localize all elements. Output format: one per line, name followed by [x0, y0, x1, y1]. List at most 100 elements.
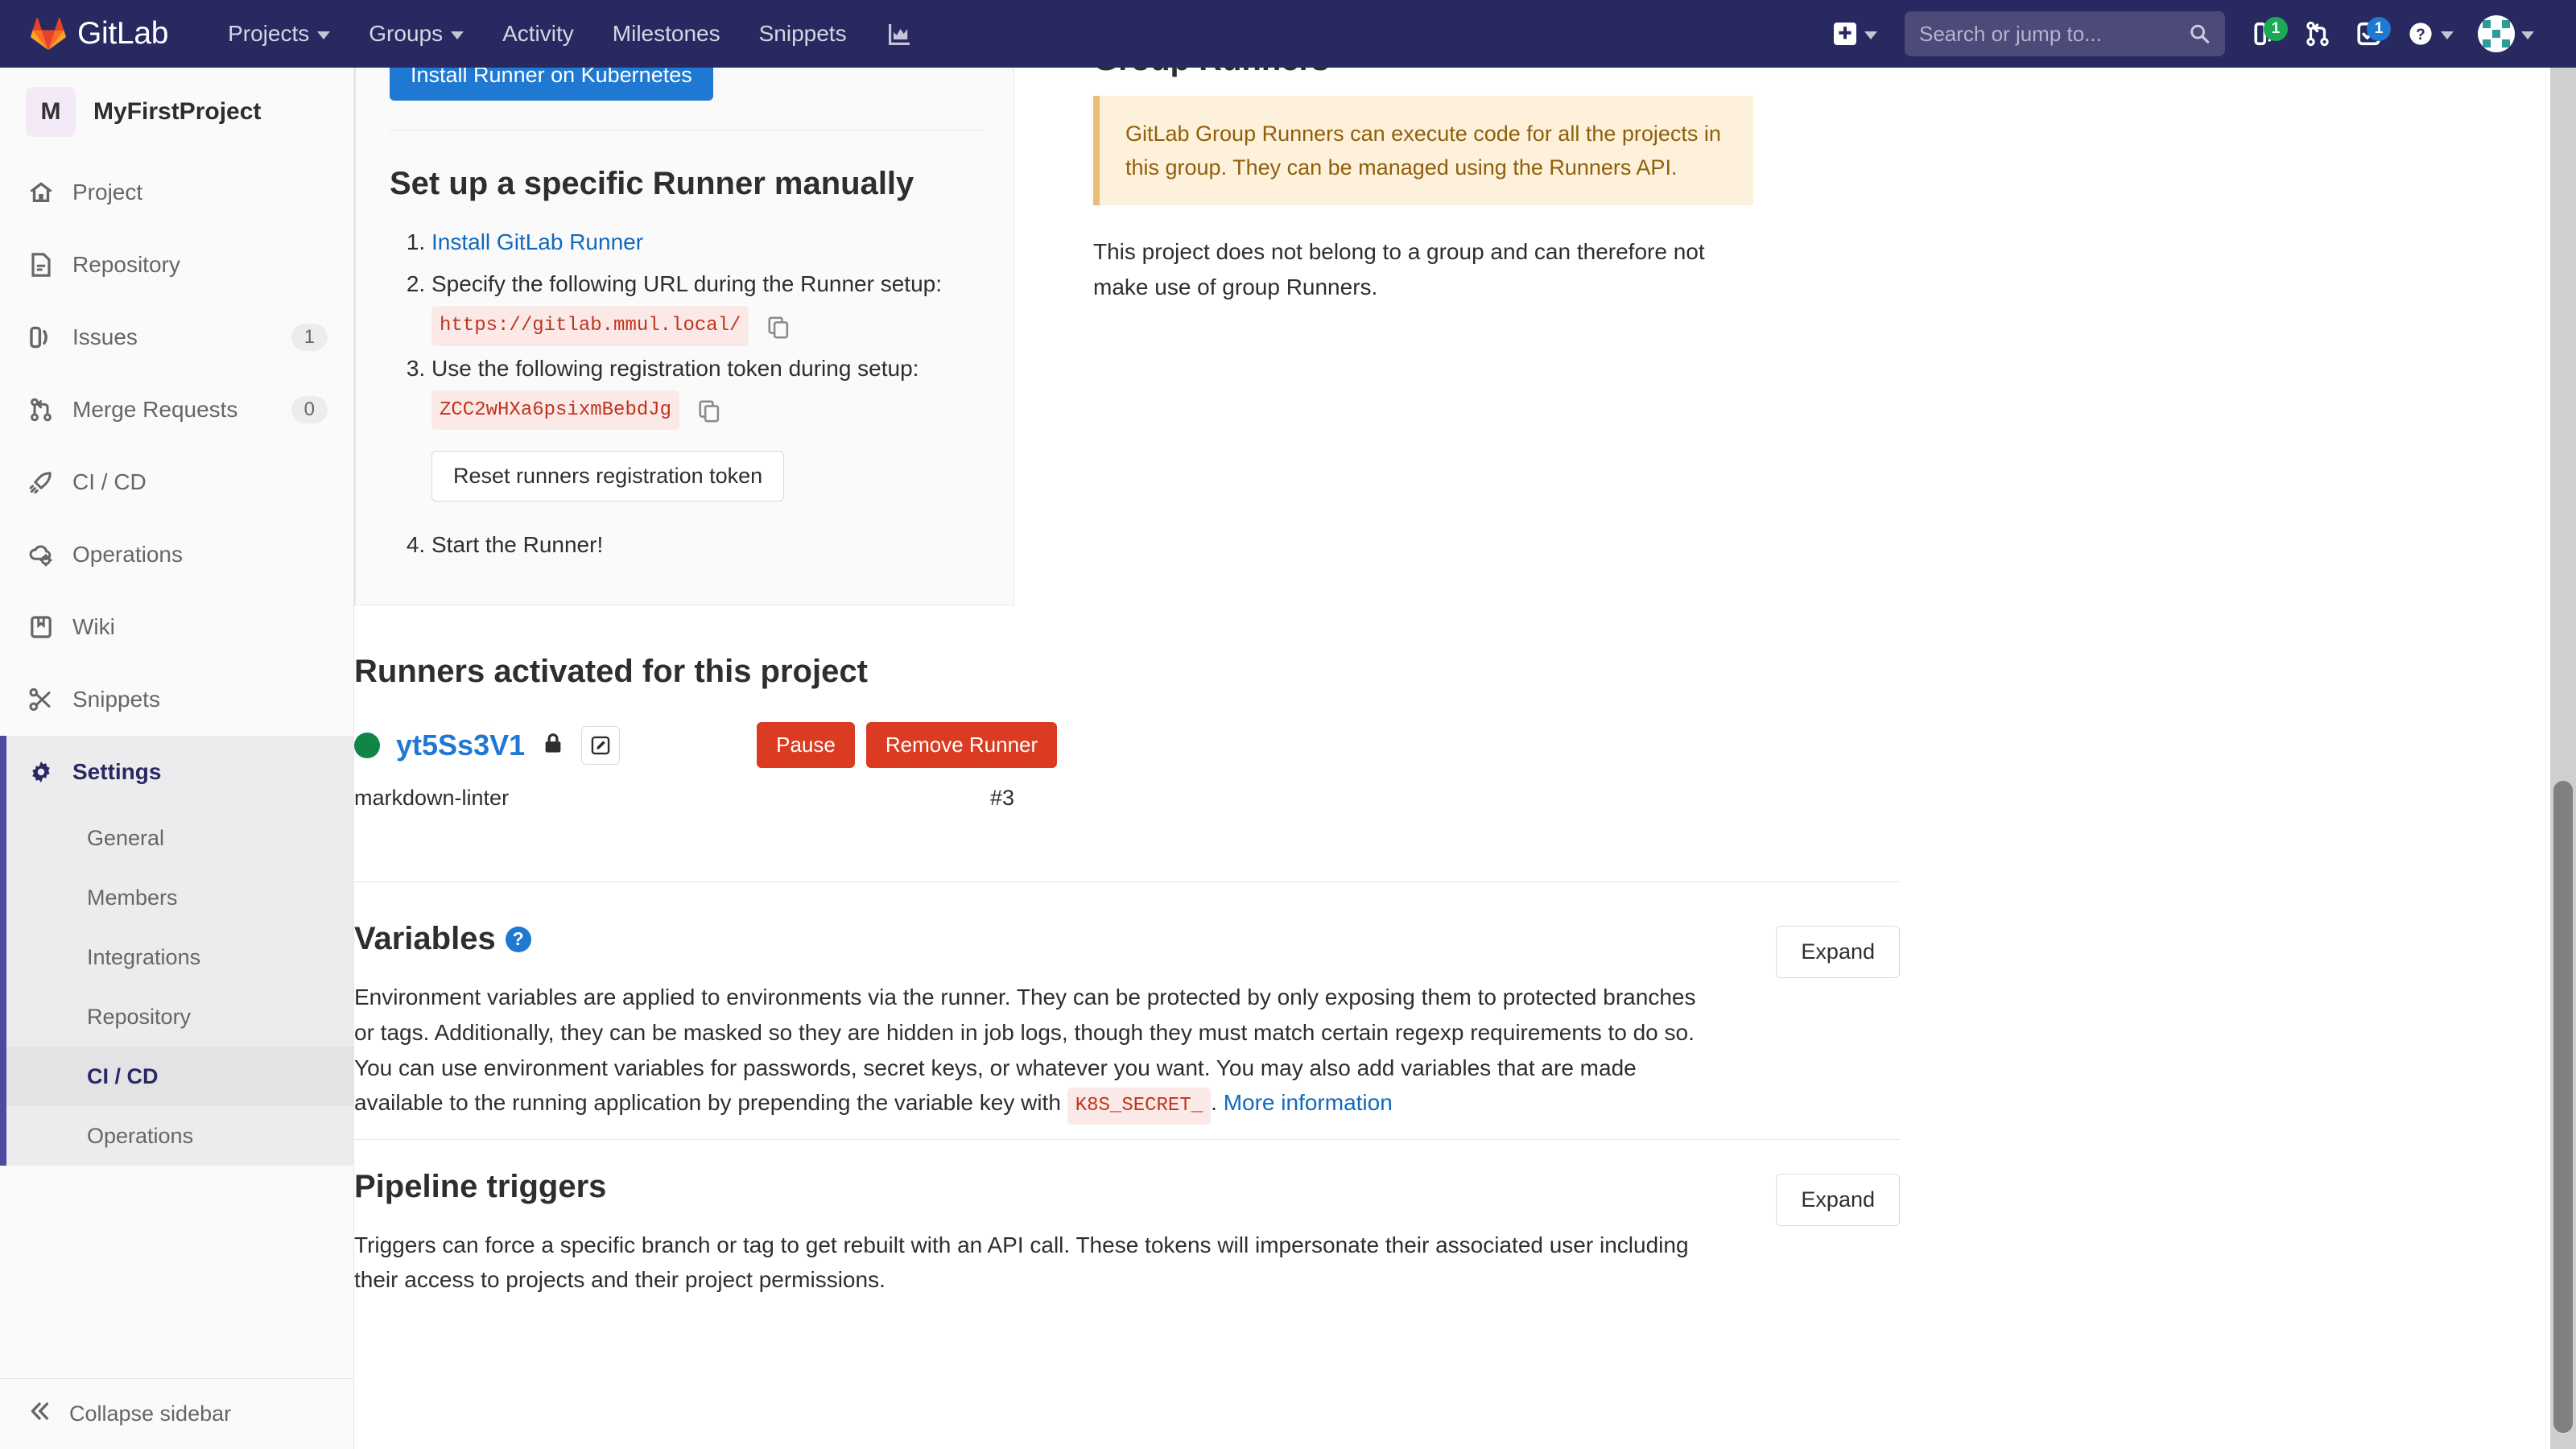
sidebar-item-merge-requests[interactable]: Merge Requests 0	[0, 374, 353, 446]
group-runners-column: Group Runners GitLab Group Runners can e…	[1063, 68, 1771, 605]
variables-expand-button[interactable]: Expand	[1776, 926, 1900, 979]
variables-title: Variables	[354, 921, 496, 957]
sidebar-item-repository[interactable]: Repository	[0, 229, 353, 301]
main-content: Install Runner on Kubernetes Set up a sp…	[354, 68, 2576, 1449]
search-icon[interactable]	[2189, 22, 2211, 46]
section-divider-1	[354, 881, 1900, 883]
project-name: MyFirstProject	[93, 98, 262, 125]
search-input[interactable]	[1919, 21, 2189, 47]
sidebar-project-header[interactable]: M MyFirstProject	[0, 68, 353, 156]
sidebar-item-project-label: Project	[72, 180, 143, 204]
new-item-dropdown[interactable]	[1823, 13, 1887, 55]
variables-section: Variables? Environment variables are app…	[354, 921, 1900, 1125]
sidebar-subitem-integrations[interactable]: Integrations	[0, 927, 353, 987]
pipeline-triggers-main: Pipeline triggers Triggers can force a s…	[354, 1169, 1739, 1298]
specific-runner-column: Install Runner on Kubernetes Set up a sp…	[354, 68, 1063, 606]
project-avatar: M	[26, 87, 76, 137]
nav-link-projects[interactable]: Projects	[208, 0, 349, 68]
pause-runner-button[interactable]: Pause	[757, 722, 855, 769]
runner-row: yt5Ss3V1 Pause Remove Runner	[354, 722, 2576, 769]
remove-runner-button[interactable]: Remove Runner	[865, 722, 1058, 769]
setup-runner-heading: Set up a specific Runner manually	[390, 166, 914, 201]
install-runner-kubernetes-button[interactable]: Install Runner on Kubernetes	[390, 68, 713, 101]
pipeline-triggers-title: Pipeline triggers	[354, 1168, 607, 1204]
todos-count-badge: 1	[2367, 17, 2391, 41]
registration-token-code[interactable]: ZCC2wHXa6psixmBebdJg	[431, 390, 680, 430]
sidebar-item-wiki[interactable]: Wiki	[0, 591, 353, 663]
edit-runner-button[interactable]	[581, 725, 621, 765]
sidebar-subitem-repository-label: Repository	[87, 1004, 192, 1029]
sidebar-subitem-general-label: General	[87, 825, 165, 850]
sidebar-nav-list: Project Repository Issues 1 Merge Reques…	[0, 156, 353, 808]
plus-square-icon	[1834, 23, 1856, 45]
runner-name-link[interactable]: yt5Ss3V1	[396, 729, 525, 762]
gitlab-logo[interactable]: GitLab	[31, 16, 168, 52]
copy-icon[interactable]	[697, 396, 721, 423]
install-gitlab-runner-link[interactable]: Install GitLab Runner	[431, 229, 643, 254]
search-box[interactable]	[1905, 11, 2225, 56]
sidebar-subitem-ci-cd[interactable]: CI / CD	[0, 1046, 353, 1106]
svg-text:?: ?	[2416, 27, 2425, 43]
copy-icon[interactable]	[766, 312, 791, 339]
pipeline-triggers-expand-button[interactable]: Expand	[1776, 1173, 1900, 1226]
navbar-right-actions: 1 1 ?	[1823, 7, 2544, 60]
sidebar-item-ci-cd-label: CI / CD	[72, 469, 147, 494]
nav-link-snippets[interactable]: Snippets	[740, 0, 866, 68]
home-icon	[27, 179, 55, 206]
nav-link-milestones[interactable]: Milestones	[593, 0, 740, 68]
nav-link-activity-label: Activity	[502, 21, 574, 46]
merge-request-icon	[2306, 21, 2329, 47]
runner-meta-row: markdown-linter #3	[354, 786, 1014, 811]
nav-link-groups-label: Groups	[369, 21, 444, 46]
avatar	[2478, 15, 2515, 52]
sidebar-subitem-general[interactable]: General	[0, 808, 353, 868]
chevron-down-icon	[451, 31, 464, 39]
merge-requests-nav-button[interactable]	[2294, 12, 2341, 56]
reset-runners-registration-token-button[interactable]: Reset runners registration token	[431, 451, 785, 502]
issues-nav-button[interactable]: 1	[2243, 12, 2289, 56]
sidebar-item-ci-cd[interactable]: CI / CD	[0, 446, 353, 518]
group-runners-alert: GitLab Group Runners can execute code fo…	[1093, 96, 1753, 206]
sidebar-item-settings[interactable]: Settings	[0, 736, 353, 808]
user-menu-dropdown[interactable]	[2468, 7, 2544, 60]
settings-submenu: General Members Integrations Repository …	[0, 808, 353, 1166]
book-icon	[27, 613, 55, 641]
nav-link-snippets-label: Snippets	[758, 21, 847, 46]
sidebar-subitem-members-label: Members	[87, 885, 178, 910]
pencil-edit-icon	[591, 736, 610, 754]
chevron-down-icon	[1864, 31, 1877, 39]
nav-link-analytics[interactable]	[866, 0, 931, 68]
sidebar-item-operations[interactable]: Operations	[0, 518, 353, 591]
sidebar-item-snippets[interactable]: Snippets	[0, 663, 353, 736]
sidebar-item-project[interactable]: Project	[0, 156, 353, 229]
question-circle-icon: ?	[2409, 23, 2432, 45]
merge-request-icon	[27, 396, 55, 423]
step-registration-token: Use the following registration token dur…	[431, 349, 986, 502]
navbar-links: Projects Groups Activity Milestones Snip…	[208, 0, 930, 68]
sidebar-subitem-members[interactable]: Members	[0, 868, 353, 927]
variables-section-main: Variables? Environment variables are app…	[354, 921, 1739, 1125]
sidebar-subitem-repository[interactable]: Repository	[0, 987, 353, 1046]
help-dropdown[interactable]: ?	[2397, 12, 2463, 56]
sidebar-item-wiki-label: Wiki	[72, 614, 115, 639]
rocket-icon	[27, 469, 55, 496]
chevron-down-icon	[317, 31, 331, 39]
sidebar-item-issues[interactable]: Issues 1	[0, 301, 353, 374]
pipeline-triggers-side: Expand	[1739, 1169, 1900, 1226]
question-circle-icon[interactable]: ?	[505, 926, 531, 952]
todos-nav-button[interactable]: 1	[2346, 12, 2392, 56]
variables-more-information-link[interactable]: More information	[1224, 1090, 1393, 1115]
left-sidebar: M MyFirstProject Project Repository Issu…	[0, 68, 354, 1449]
page-scrollbar-thumb[interactable]	[2553, 781, 2573, 1433]
step-start-runner-text: Start the Runner!	[431, 532, 604, 557]
nav-link-activity[interactable]: Activity	[483, 0, 593, 68]
gitlab-brand-text: GitLab	[77, 16, 169, 51]
status-online-dot	[354, 732, 380, 758]
step-install-gitlab-runner: Install GitLab Runner	[431, 223, 986, 262]
runners-columns: Install Runner on Kubernetes Set up a sp…	[354, 68, 2576, 606]
nav-link-groups[interactable]: Groups	[349, 0, 483, 68]
runner-url-code[interactable]: https://gitlab.mmul.local/	[431, 306, 749, 346]
step-start-runner: Start the Runner!	[431, 526, 986, 564]
sidebar-subitem-operations[interactable]: Operations	[0, 1106, 353, 1166]
collapse-sidebar-button[interactable]: Collapse sidebar	[0, 1378, 353, 1449]
